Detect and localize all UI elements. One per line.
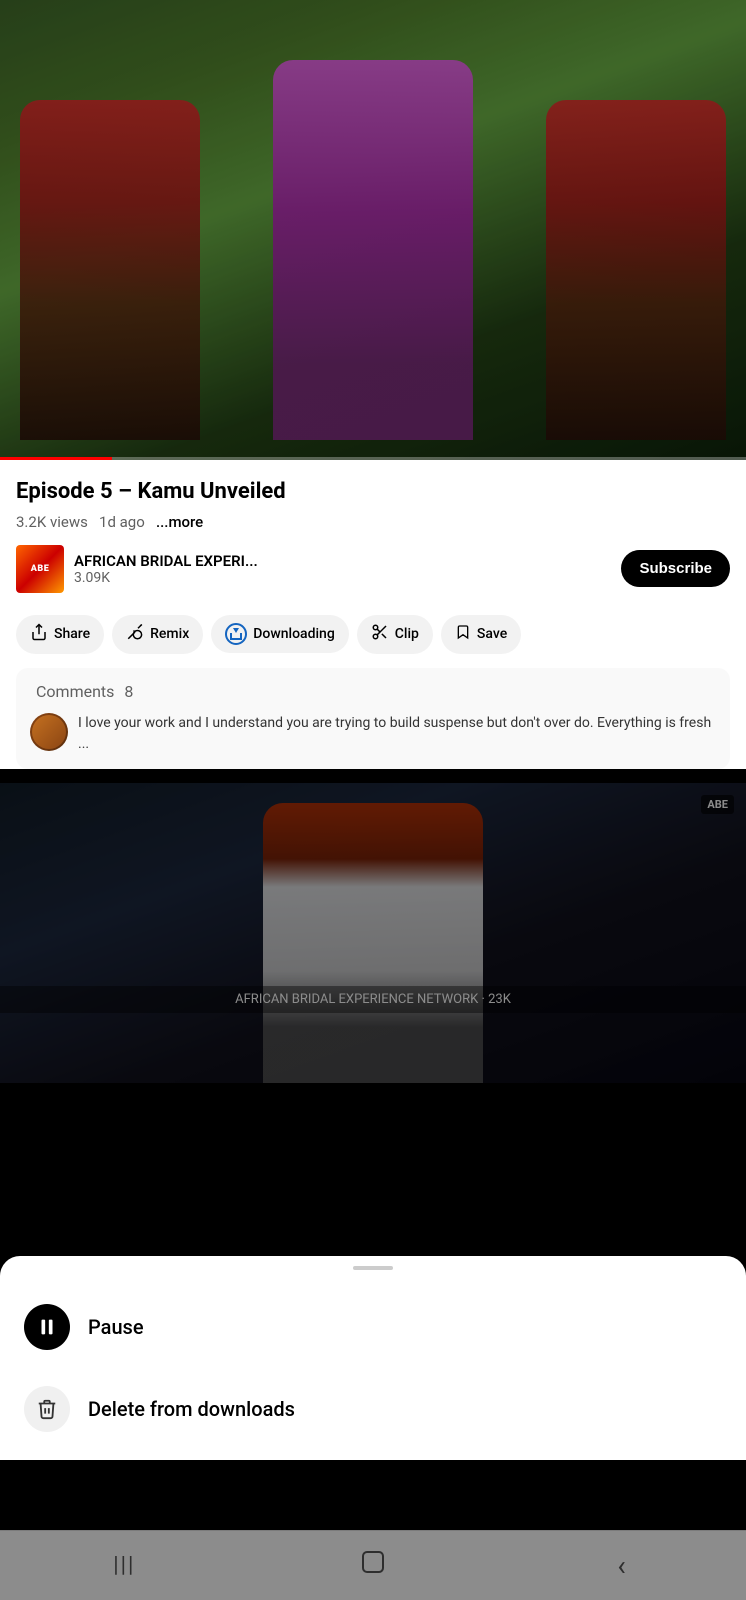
share-label: Share xyxy=(54,626,90,642)
comment-preview: I love your work and I understand you ar… xyxy=(30,713,716,755)
downloading-label: Downloading xyxy=(253,626,335,642)
commenter-avatar xyxy=(30,713,68,751)
delete-downloads-item[interactable]: Delete from downloads xyxy=(0,1368,746,1450)
remix-icon xyxy=(126,623,144,646)
info-panel: Episode 5 – Kamu Unveiled 3.2K views 1d … xyxy=(0,460,746,769)
more-link[interactable]: ...more xyxy=(156,513,203,531)
video-title: Episode 5 – Kamu Unveiled xyxy=(16,478,730,507)
figure-right xyxy=(546,100,726,440)
share-button[interactable]: Share xyxy=(16,615,104,654)
channel-name[interactable]: AFRICAN BRIDAL EXPERI... xyxy=(74,552,611,570)
save-icon xyxy=(455,623,471,646)
clip-button[interactable]: Clip xyxy=(357,615,433,654)
figure-left xyxy=(20,100,200,440)
remix-label: Remix xyxy=(150,626,189,642)
figure-center xyxy=(273,60,473,440)
download-icon xyxy=(225,623,247,645)
share-icon xyxy=(30,623,48,646)
channel-logo[interactable]: ABE xyxy=(16,545,64,593)
delete-icon xyxy=(24,1386,70,1432)
pause-icon xyxy=(24,1304,70,1350)
downloading-button[interactable]: Downloading xyxy=(211,615,349,653)
delete-label: Delete from downloads xyxy=(88,1397,295,1421)
action-buttons-row: Share Remix Downloading xyxy=(16,609,730,668)
save-label: Save xyxy=(477,626,507,642)
video-meta: 3.2K views 1d ago ...more xyxy=(16,513,730,531)
save-button[interactable]: Save xyxy=(441,615,521,654)
pause-label: Pause xyxy=(88,1315,144,1339)
bottom-sheet: Pause Delete from downloads xyxy=(0,1256,746,1460)
channel-subscribers: 3.09K xyxy=(74,570,601,586)
comments-header: Comments 8 xyxy=(30,682,716,701)
sheet-handle xyxy=(353,1266,393,1270)
views-count: 3.2K views xyxy=(16,513,88,531)
comment-text: I love your work and I understand you ar… xyxy=(78,713,716,755)
subscribe-button[interactable]: Subscribe xyxy=(621,550,730,587)
comments-section[interactable]: Comments 8 I love your work and I unders… xyxy=(16,668,730,769)
clip-label: Clip xyxy=(395,626,419,642)
channel-row: ABE AFRICAN BRIDAL EXPERI... 3.09K Subsc… xyxy=(16,545,730,593)
remix-button[interactable]: Remix xyxy=(112,615,203,654)
download-arrow xyxy=(233,628,239,633)
top-video-thumbnail[interactable] xyxy=(0,0,746,460)
pause-item[interactable]: Pause xyxy=(0,1286,746,1368)
video-age: 1d ago xyxy=(99,513,145,531)
clip-icon xyxy=(371,623,389,646)
